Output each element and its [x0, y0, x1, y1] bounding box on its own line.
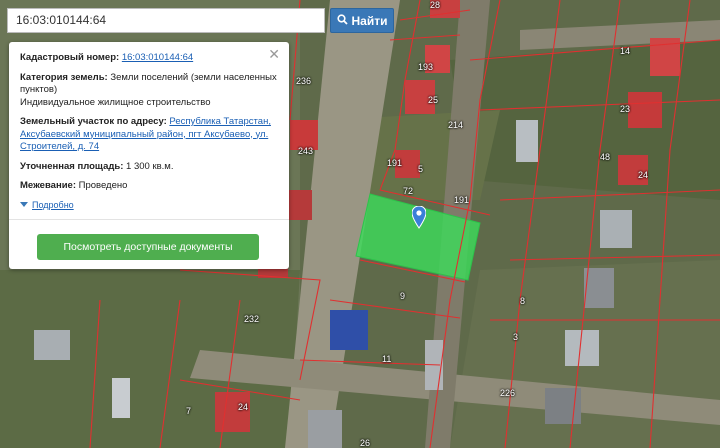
- view-documents-button[interactable]: Посмотреть доступные документы: [37, 234, 259, 260]
- parcel-info-panel: ✕ Кадастровый номер: 16:03:010144:64 Кат…: [9, 42, 289, 269]
- more-details-toggle[interactable]: Подробно: [20, 199, 279, 212]
- cadastral-label: Кадастровый номер:: [20, 52, 120, 63]
- plot-label: 26: [360, 438, 371, 448]
- cadastral-row: Кадастровый номер: 16:03:010144:64: [20, 52, 279, 65]
- plot-label: 11: [382, 354, 392, 364]
- plot-label: 48: [600, 152, 611, 162]
- area-row: Уточненная площадь: 1 300 кв.м.: [20, 161, 279, 174]
- close-icon[interactable]: ✕: [268, 47, 280, 60]
- usage-value: Индивидуальное жилищное строительство: [20, 96, 211, 108]
- plot-label: 191: [387, 158, 403, 168]
- address-label: Земельный участок по адресу:: [20, 116, 167, 127]
- search-button[interactable]: Найти: [330, 8, 394, 33]
- survey-row: Межевание: Проведено: [20, 180, 279, 193]
- plot-label: 7: [186, 406, 192, 416]
- area-label: Уточненная площадь:: [20, 160, 124, 172]
- search-button-label: Найти: [351, 13, 388, 28]
- area-value: 1 300 кв.м.: [126, 160, 174, 172]
- plot-label: 24: [638, 170, 649, 180]
- plot-label: 191: [454, 195, 470, 205]
- survey-value: Проведено: [78, 180, 128, 191]
- plot-label: 232: [244, 314, 260, 324]
- plot-label: 23: [620, 104, 631, 114]
- plot-label: 214: [448, 120, 464, 130]
- plot-label: 5: [418, 164, 424, 174]
- category-label: Категория земель:: [20, 71, 108, 83]
- category-row: Категория земель: Земли поселений (земли…: [20, 72, 279, 110]
- plot-label: 226: [500, 388, 516, 398]
- survey-label: Межевание:: [20, 180, 76, 191]
- cadastral-link[interactable]: 16:03:010144:64: [122, 52, 193, 63]
- plot-label: 14: [620, 46, 631, 56]
- plot-label: 24: [238, 402, 249, 412]
- search-icon: [336, 13, 348, 28]
- more-details-link[interactable]: Подробно: [32, 199, 74, 212]
- plot-label: 193: [418, 62, 434, 72]
- search-input[interactable]: 16:03:010144:64: [7, 8, 325, 33]
- divider: [9, 219, 289, 220]
- plot-label: 243: [298, 146, 314, 156]
- plot-label: 72: [403, 186, 414, 196]
- plot-label: 28: [430, 0, 441, 10]
- plot-label: 25: [428, 95, 439, 105]
- plot-label: 9: [400, 291, 406, 301]
- plot-label: 8: [520, 296, 526, 306]
- caret-down-icon: [20, 202, 28, 208]
- plot-label: 3: [513, 332, 519, 342]
- plot-label: 236: [296, 76, 312, 86]
- address-row: Земельный участок по адресу: Республика …: [20, 116, 279, 154]
